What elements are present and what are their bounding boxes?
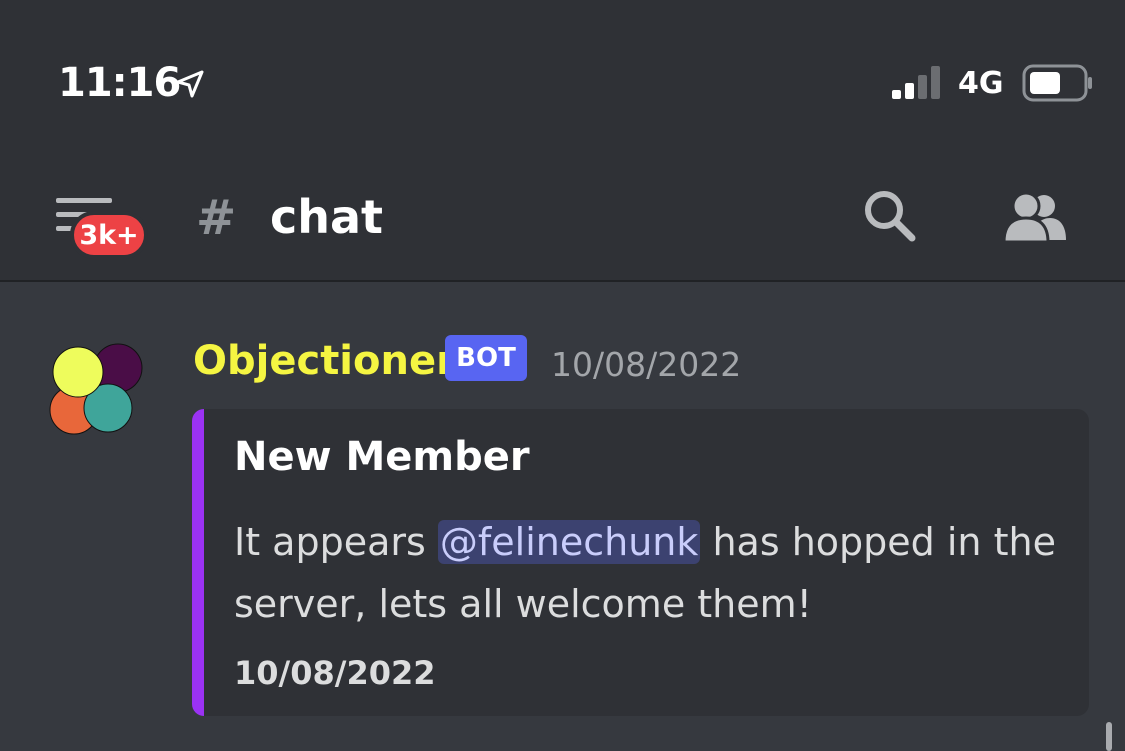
embed-description: It appears @felinechunk has hopped in th… bbox=[234, 511, 1074, 635]
embed-description-start: It appears bbox=[234, 520, 438, 564]
members-icon[interactable] bbox=[1002, 190, 1068, 244]
cellular-signal-icon bbox=[892, 66, 940, 99]
notification-badge: 3k+ bbox=[70, 211, 148, 259]
channel-hash-icon: # bbox=[196, 190, 237, 246]
user-mention[interactable]: @felinechunk bbox=[437, 520, 701, 564]
bot-avatar[interactable] bbox=[46, 340, 146, 440]
message-embed: New Member It appears @felinechunk has h… bbox=[192, 409, 1089, 716]
network-type: 4G bbox=[958, 66, 1004, 101]
embed-footer: 10/08/2022 bbox=[234, 654, 436, 692]
status-time: 11:16 bbox=[58, 60, 181, 106]
scrollbar[interactable] bbox=[1106, 722, 1112, 751]
battery-icon bbox=[1022, 64, 1092, 102]
location-arrow-icon bbox=[176, 70, 204, 98]
message-timestamp: 10/08/2022 bbox=[551, 345, 742, 384]
embed-title: New Member bbox=[234, 434, 530, 480]
bot-tag: BOT bbox=[445, 335, 527, 381]
top-bar: 11:16 4G 3k+ # chat bbox=[0, 0, 1125, 282]
search-icon[interactable] bbox=[862, 188, 920, 246]
channel-name[interactable]: chat bbox=[270, 190, 383, 244]
message-author[interactable]: Objectioner bbox=[193, 338, 456, 384]
